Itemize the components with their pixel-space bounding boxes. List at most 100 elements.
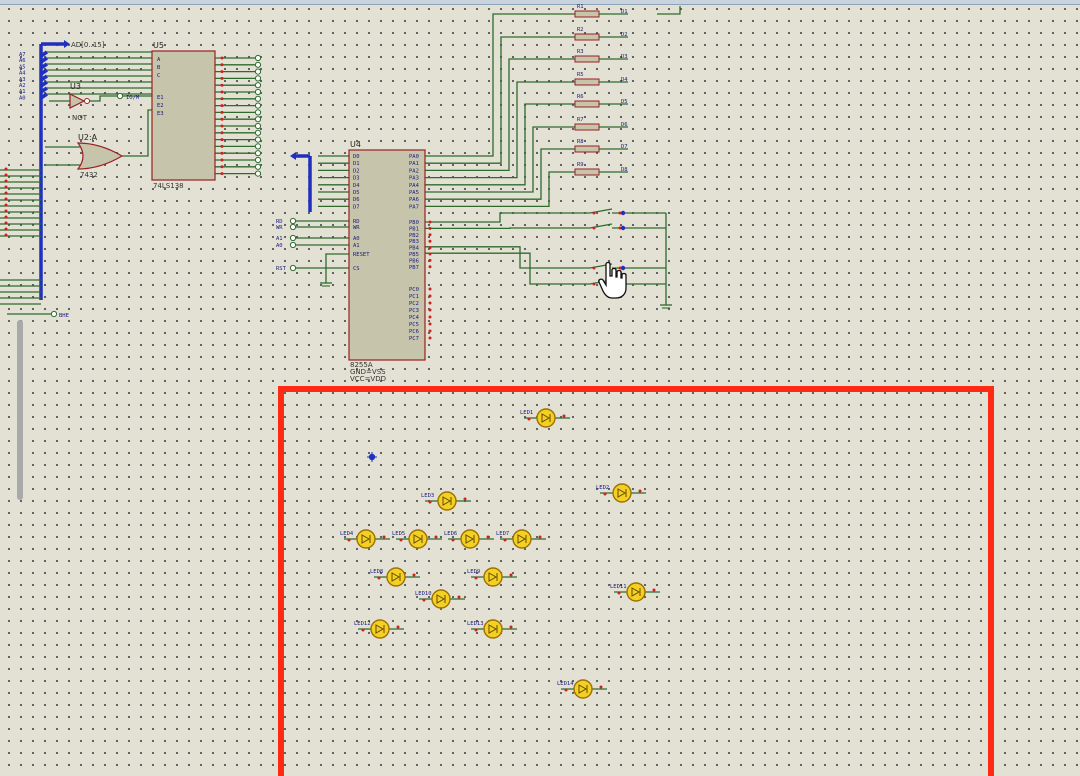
pin-marker (220, 151, 224, 155)
terminal-icon (254, 75, 262, 82)
pin-marker (220, 172, 224, 176)
pin-marker (220, 90, 224, 94)
ppi-data-pin: D2 (353, 168, 360, 174)
pin-marker (503, 538, 507, 542)
wire (425, 103, 575, 186)
pin-marker (638, 489, 642, 493)
lamp-icon (370, 619, 390, 639)
pin-marker (4, 167, 8, 171)
pin-marker (4, 203, 8, 207)
resistor-label: R2 (577, 27, 584, 33)
pin-marker (428, 336, 432, 340)
lamp-icon (483, 619, 503, 639)
ppi-pc-pin: PC0 (409, 287, 419, 293)
pin-marker (220, 124, 224, 128)
ctrl-terminal-label: RST (276, 266, 287, 272)
terminal-icon (254, 88, 262, 96)
pin-marker (592, 266, 596, 270)
not-gate-part: NOT (72, 114, 88, 122)
lamp-icon (626, 582, 646, 602)
wire (425, 126, 575, 193)
terminal-icon (254, 163, 262, 170)
decoder-ref: U5 (153, 41, 164, 50)
resistor-icon (574, 168, 600, 176)
lamp-icon (431, 589, 451, 609)
ppi-pb-pin: PB7 (409, 265, 419, 271)
resistor-label: R1 (577, 4, 584, 10)
lamp-icon (356, 529, 376, 549)
wire (425, 58, 575, 172)
ppi-pb-pin: PB2 (409, 233, 419, 239)
lamp-label: LED5 (392, 531, 405, 537)
pin-marker (428, 246, 432, 250)
resistor-icon (574, 123, 600, 131)
ppi-pb-pin: PB6 (409, 258, 419, 264)
terminal-icon (254, 122, 262, 130)
lamp-label: LED2 (596, 485, 609, 491)
pin-marker (220, 104, 224, 108)
lamp-label: LED10 (415, 591, 432, 597)
decoder-input-label: A1 (19, 89, 26, 95)
not-gate-icon (69, 93, 86, 109)
lamp-label: LED11 (610, 584, 627, 590)
bus-arrow-icon (290, 152, 296, 160)
lamp-icon (386, 567, 406, 587)
terminal-icon (254, 68, 262, 75)
pin-marker (396, 625, 400, 629)
decoder-part: 74LS138 (153, 182, 184, 190)
schematic-drawing[interactable]: AD[0..15]A7A6A5A4A3A2A1A0BHEU574LS138ABC… (0, 0, 1080, 776)
ppi-pc-pin: PC1 (409, 294, 419, 300)
resistor-label: R5 (577, 72, 584, 78)
pin-marker (220, 97, 224, 101)
origin-marker (367, 452, 377, 462)
pin-marker (428, 239, 432, 243)
wire (425, 36, 575, 164)
ppi-ref: U4 (350, 140, 361, 149)
switch-terminal-icon (620, 210, 626, 216)
pin-marker (220, 56, 224, 60)
not-bubble-icon (84, 98, 90, 104)
ppi-pc-pin: PC2 (409, 301, 419, 307)
pin-marker (422, 598, 426, 602)
ctrl-terminal-label: A0 (276, 243, 283, 249)
ppi-pc-pin: PC5 (409, 322, 419, 328)
lamp-label: LED14 (557, 681, 574, 687)
pin-marker (428, 252, 432, 256)
lamp-icon (573, 679, 593, 699)
pin-marker (592, 282, 596, 286)
ppi-pa-pin: PA5 (409, 190, 419, 196)
or-gate-icon (76, 142, 124, 170)
terminal-icon (254, 61, 262, 68)
pin-marker (617, 591, 621, 595)
pin-marker (220, 117, 224, 121)
terminal-icon (254, 150, 262, 157)
pin-marker (428, 315, 432, 319)
pin-marker (4, 191, 8, 195)
bhe-label: BHE (59, 313, 69, 319)
ppi-pc-pin: PC3 (409, 308, 419, 314)
lamp-label: LED12 (354, 621, 371, 627)
pin-marker (220, 83, 224, 87)
lamp-icon (437, 491, 457, 511)
terminal-icon (289, 241, 297, 249)
pin-marker (4, 221, 8, 225)
pin-marker (538, 535, 542, 539)
lamp-label: LED3 (421, 493, 434, 499)
decoder-input-label: A4 (19, 71, 26, 77)
resistor-icon (574, 10, 600, 18)
decoder-pin: C (157, 73, 160, 79)
pin-marker (564, 688, 568, 692)
decoder-input-label: A0 (19, 95, 26, 101)
pin-marker (463, 497, 467, 501)
ppi-data-pin: D7 (353, 204, 360, 210)
ppi-ctrl-pin: A1 (353, 243, 360, 249)
terminal-icon (254, 143, 262, 150)
terminal-icon (254, 82, 262, 89)
pin-marker (428, 322, 432, 326)
pin-marker (509, 625, 513, 629)
or-gate-ref: U2:A (78, 133, 98, 142)
resistor-icon (574, 78, 600, 86)
lamp-icon (460, 529, 480, 549)
pin-marker (527, 417, 531, 421)
diode-label: D5 (621, 99, 628, 105)
